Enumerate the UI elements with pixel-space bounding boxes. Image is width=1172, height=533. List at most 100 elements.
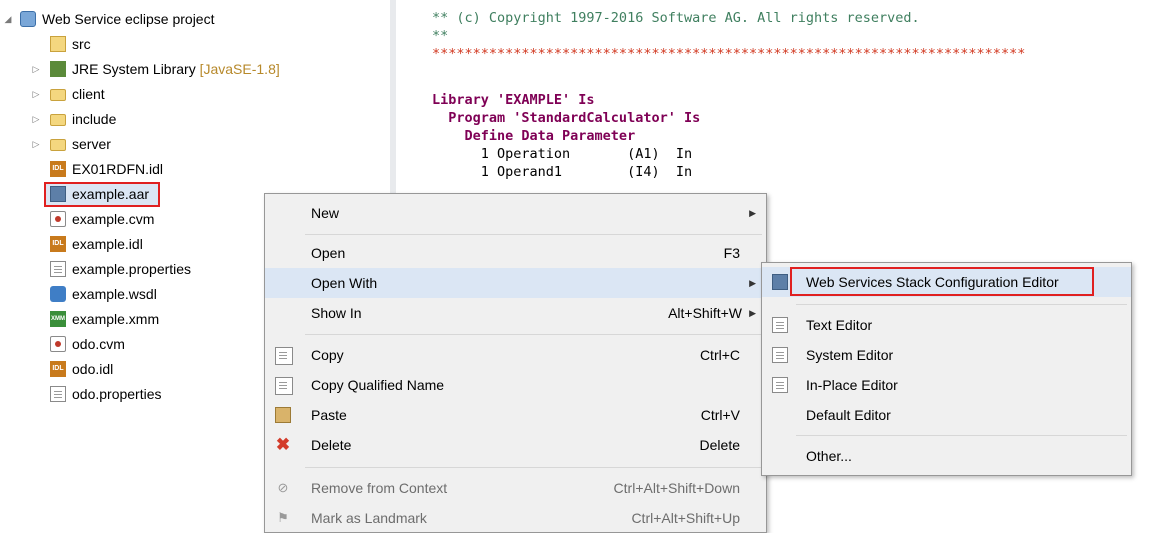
expand-arrow-icon[interactable]: ◢ bbox=[3, 7, 13, 31]
idl-file-icon: IDL bbox=[50, 161, 66, 177]
menu-item-paste[interactable]: Paste Ctrl+V bbox=[265, 400, 766, 430]
tree-label: server bbox=[72, 136, 111, 152]
tree-label: Web Service eclipse project bbox=[42, 11, 215, 27]
menu-separator bbox=[796, 304, 1127, 305]
menu-shortcut: Ctrl+Alt+Shift+Down bbox=[613, 480, 740, 496]
copy-qualified-name-icon bbox=[275, 377, 293, 395]
landmark-icon: ⚑ bbox=[277, 510, 289, 525]
menu-separator bbox=[796, 435, 1127, 436]
folder-icon bbox=[50, 89, 66, 101]
remove-from-context-icon: ⊘ bbox=[277, 480, 289, 495]
menu-item-label: Open bbox=[311, 245, 346, 261]
menu-shortcut: Delete bbox=[699, 437, 740, 453]
tree-decoration: [JavaSE-1.8] bbox=[199, 61, 280, 77]
wsdl-file-icon bbox=[50, 286, 66, 302]
tree-label: example.cvm bbox=[72, 211, 155, 227]
aar-editor-icon bbox=[772, 274, 788, 290]
menu-item-label: Open With bbox=[311, 275, 378, 291]
tree-label: odo.cvm bbox=[72, 336, 125, 352]
copy-icon bbox=[275, 347, 293, 365]
menu-shortcut: Ctrl+V bbox=[700, 407, 740, 423]
tree-label: EX01RDFN.idl bbox=[72, 161, 164, 177]
properties-file-icon bbox=[50, 261, 66, 277]
tree-label: odo.properties bbox=[72, 386, 162, 402]
submenu-arrow-icon: ▶ bbox=[749, 208, 756, 218]
tree-label: example.wsdl bbox=[72, 286, 157, 302]
tree-label: JRE System Library [JavaSE-1.8] bbox=[72, 61, 280, 77]
folder-icon bbox=[50, 139, 66, 151]
menu-item-show-in[interactable]: Show In Alt+Shift+W ▶ bbox=[265, 298, 766, 328]
selection-highlight-box bbox=[790, 267, 1094, 296]
menu-item-remove-from-context[interactable]: ⊘ Remove from Context Ctrl+Alt+Shift+Dow… bbox=[265, 473, 766, 503]
code-line: Library 'EXAMPLE' Is bbox=[432, 92, 595, 108]
submenu-item-default-editor[interactable]: Default Editor bbox=[762, 400, 1131, 430]
menu-item-label: Copy Qualified Name bbox=[311, 377, 445, 393]
menu-item-mark-as-landmark[interactable]: ⚑ Mark as Landmark Ctrl+Alt+Shift+Up bbox=[265, 503, 766, 533]
code-line: ** bbox=[432, 28, 449, 44]
menu-item-copy-qualified-name[interactable]: Copy Qualified Name bbox=[265, 370, 766, 400]
expand-arrow-icon[interactable]: ▷ bbox=[31, 82, 41, 106]
menu-item-label: System Editor bbox=[806, 347, 894, 363]
code-line: 1 Operand1 (I4) In bbox=[432, 164, 693, 180]
submenu-item-text-editor[interactable]: Text Editor bbox=[762, 310, 1131, 340]
tree-label: include bbox=[72, 111, 117, 127]
idl-file-icon: IDL bbox=[50, 236, 66, 252]
submenu-arrow-icon: ▶ bbox=[749, 278, 756, 288]
paste-icon bbox=[275, 407, 291, 423]
code-line: Program 'StandardCalculator' Is bbox=[432, 110, 701, 126]
system-editor-icon bbox=[772, 347, 788, 363]
submenu-item-system-editor[interactable]: System Editor bbox=[762, 340, 1131, 370]
properties-file-icon bbox=[50, 386, 66, 402]
tree-label: example.properties bbox=[72, 261, 192, 277]
menu-separator bbox=[305, 234, 762, 235]
code-line: ** (c) Copyright 1997-2016 Software AG. … bbox=[432, 10, 920, 26]
menu-item-copy[interactable]: Copy Ctrl+C bbox=[265, 340, 766, 370]
code-line: Define Data Parameter bbox=[432, 128, 636, 144]
menu-item-label: In-Place Editor bbox=[806, 377, 898, 393]
in-place-editor-icon bbox=[772, 377, 788, 393]
delete-icon: ✖ bbox=[275, 435, 291, 454]
library-icon bbox=[50, 61, 66, 77]
menu-item-new[interactable]: New ▶ bbox=[265, 198, 766, 228]
submenu-item-in-place-editor[interactable]: In-Place Editor bbox=[762, 370, 1131, 400]
expand-arrow-icon[interactable]: ▷ bbox=[31, 132, 41, 156]
menu-item-label: Paste bbox=[311, 407, 347, 423]
menu-item-label: Copy bbox=[311, 347, 344, 363]
context-menu: New ▶ Open F3 Open With ▶ Show In Alt+Sh… bbox=[264, 193, 767, 533]
menu-item-label: Remove from Context bbox=[311, 480, 448, 496]
tree-label: example.xmm bbox=[72, 311, 160, 327]
code-line: 1 Operation (A1) In bbox=[432, 146, 693, 162]
menu-separator bbox=[305, 467, 762, 468]
menu-shortcut: Alt+Shift+W bbox=[668, 305, 742, 321]
menu-separator bbox=[305, 334, 762, 335]
submenu-arrow-icon: ▶ bbox=[749, 308, 756, 318]
menu-shortcut: Ctrl+C bbox=[699, 347, 740, 363]
selection-highlight-box bbox=[44, 182, 160, 207]
menu-item-delete[interactable]: ✖ Delete Delete bbox=[265, 430, 766, 460]
menu-item-label: Show In bbox=[311, 305, 362, 321]
tree-label: example.idl bbox=[72, 236, 143, 252]
tree-label: client bbox=[72, 86, 105, 102]
expand-arrow-icon[interactable]: ▷ bbox=[31, 107, 41, 131]
project-icon bbox=[20, 11, 36, 27]
text-editor-icon bbox=[772, 317, 788, 333]
submenu-item-other[interactable]: Other... bbox=[762, 441, 1131, 471]
xmm-file-icon: XMM bbox=[50, 311, 66, 327]
menu-item-label: Other... bbox=[806, 448, 852, 464]
cvm-file-icon bbox=[50, 211, 66, 227]
cvm-file-icon bbox=[50, 336, 66, 352]
expand-arrow-icon[interactable]: ▷ bbox=[31, 57, 41, 81]
menu-item-open-with[interactable]: Open With ▶ bbox=[265, 268, 766, 298]
menu-item-label: Mark as Landmark bbox=[311, 510, 427, 526]
tree-label: odo.idl bbox=[72, 361, 114, 377]
menu-shortcut: F3 bbox=[723, 245, 740, 261]
menu-item-open[interactable]: Open F3 bbox=[265, 238, 766, 268]
code-line: ****************************************… bbox=[432, 46, 1026, 62]
menu-item-label: Default Editor bbox=[806, 407, 891, 423]
folder-icon bbox=[50, 114, 66, 126]
idl-file-icon: IDL bbox=[50, 361, 66, 377]
source-folder-icon bbox=[50, 36, 66, 52]
menu-item-label: Delete bbox=[311, 437, 352, 453]
menu-item-label: Text Editor bbox=[806, 317, 873, 333]
menu-shortcut: Ctrl+Alt+Shift+Up bbox=[631, 510, 740, 526]
